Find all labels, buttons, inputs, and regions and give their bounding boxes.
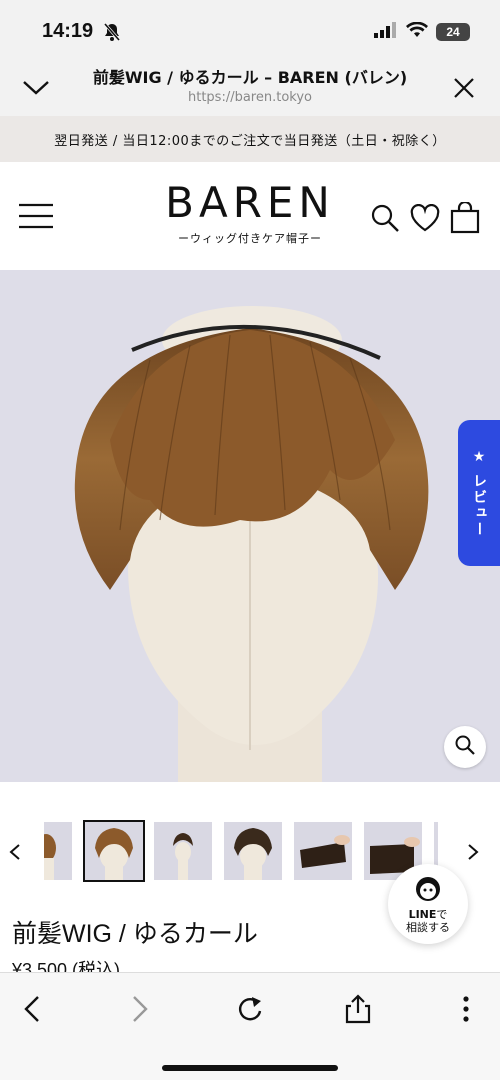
status-bar: 14:19 24 [0,0,500,64]
header-actions [370,200,480,238]
bag-icon[interactable] [450,200,480,238]
thumbnail-4[interactable] [294,822,352,880]
wifi-icon [406,21,428,42]
close-icon[interactable] [452,76,476,104]
menu-icon[interactable] [18,202,54,234]
search-icon[interactable] [370,203,400,237]
logo-text: BAREN [165,178,335,227]
thumbnail-0[interactable] [44,822,72,880]
page-url[interactable]: https://baren.tokyo [60,90,440,105]
line-consult-button[interactable]: LINEで 相談する [388,864,468,944]
status-icons: 24 [374,21,470,42]
line-mascot-icon [413,874,443,908]
line-suffix: で [436,908,448,921]
page-title: 前髪WIG / ゆるカール – BAREN (バレン) [92,68,408,87]
home-indicator [162,1065,338,1071]
reload-icon[interactable] [232,991,268,1027]
more-icon[interactable] [448,991,484,1027]
thumbnail-3[interactable] [224,822,282,880]
thumbnail-1[interactable] [83,820,145,882]
signal-icon [374,22,398,42]
line-action: 相談する [406,921,450,934]
product-title: 前髪WIG / ゆるカール [12,920,258,948]
site-logo[interactable]: BAREN ーウィッグ付きケア帽子ー [150,178,350,246]
review-tab-label: ★ レビュー [471,448,487,538]
bell-slash-icon [102,22,122,46]
chevron-down-icon[interactable] [20,76,52,102]
forward-icon[interactable] [122,991,158,1027]
zoom-icon [454,734,476,760]
announcement-bar: 翌日発送 / 当日12:00までのご注文で当日発送（土日・祝除く） [0,116,500,162]
carousel-prev-icon[interactable] [8,842,22,867]
share-icon[interactable] [340,991,376,1027]
clock: 14:19 [42,20,94,42]
review-tab[interactable]: ★ レビュー [458,420,500,566]
logo-tagline: ーウィッグ付きケア帽子ー [178,232,322,245]
product-image[interactable]: ★ レビュー [0,270,500,782]
site-header: BAREN ーウィッグ付きケア帽子ー [0,162,500,270]
battery-indicator: 24 [436,23,470,41]
back-icon[interactable] [14,991,50,1027]
browser-toolbar [0,972,500,1080]
browser-header: 前髪WIG / ゆるカール – BAREN (バレン) https://bare… [0,56,500,116]
carousel-next-icon[interactable] [466,842,480,867]
mannequin-wig-illustration [74,306,429,782]
zoom-button[interactable] [444,726,486,768]
line-label: LINEで 相談する [406,908,450,934]
thumbnail-2[interactable] [154,822,212,880]
line-brand: LINE [408,908,437,921]
heart-icon[interactable] [410,203,440,236]
